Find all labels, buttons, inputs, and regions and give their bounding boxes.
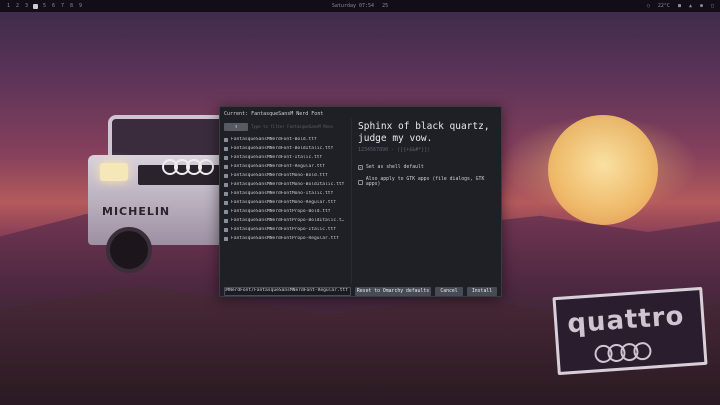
font-file-list: FantasqueSansMNerdFont-Bold.ttf Fantasqu… xyxy=(224,135,350,243)
car-decal: MICHELIN xyxy=(102,205,171,218)
filter-button[interactable]: ↑ xyxy=(224,122,248,131)
font-path-field[interactable]: nsMNerdFont/FantasqueSansMNerdFont-Regul… xyxy=(224,287,351,296)
file-icon xyxy=(224,182,228,187)
dialog-actions: nsMNerdFont/FantasqueSansMNerdFont-Regul… xyxy=(224,287,500,296)
sign-logo-icon xyxy=(593,341,653,364)
list-item[interactable]: FantasqueSansMNerdFont-Bold.ttf xyxy=(224,135,350,144)
preview-sample-text: Sphinx of black quartz, judge my vow. xyxy=(358,121,490,144)
file-icon xyxy=(224,146,228,151)
font-picker-dialog: Current: FantasqueSansM Nerd Font ↑ Fant… xyxy=(219,106,502,297)
dialog-title: Current: FantasqueSansM Nerd Font xyxy=(224,111,324,117)
file-icon xyxy=(224,218,228,223)
reset-defaults-button[interactable]: Reset to Omarchy defaults xyxy=(355,287,431,296)
shell-default-label: Set as shell default xyxy=(366,165,424,170)
shell-default-option[interactable]: ✓ Set as shell default xyxy=(358,165,498,170)
sign-text: quattro xyxy=(566,301,686,340)
search-row: ↑ xyxy=(224,122,364,131)
car-headlight xyxy=(100,163,128,181)
list-item[interactable]: FantasqueSansMNerdFontPropo-BoldItalic.t… xyxy=(224,216,350,225)
list-item[interactable]: FantasqueSansMNerdFontMono-Regular.ttf xyxy=(224,198,350,207)
clock[interactable]: Saturday 07:54 25 xyxy=(0,3,720,9)
file-icon xyxy=(224,236,228,241)
file-icon xyxy=(224,200,228,205)
list-item[interactable]: FantasqueSansMNerdFontPropo-Regular.ttf xyxy=(224,234,350,243)
shell-default-checkbox[interactable]: ✓ xyxy=(358,165,363,170)
file-icon xyxy=(224,173,228,178)
car-logo-icon xyxy=(162,159,214,175)
file-icon xyxy=(224,227,228,232)
preview-sample-digits: 1234567890 - ([{+$&#*}]) xyxy=(358,147,431,153)
wallpaper-sun xyxy=(548,115,658,225)
file-icon xyxy=(224,191,228,196)
search-input[interactable] xyxy=(251,122,364,131)
gtk-apply-checkbox[interactable] xyxy=(358,179,363,185)
file-icon xyxy=(224,137,228,142)
file-icon xyxy=(224,209,228,214)
clock-time: Saturday 07:54 xyxy=(331,3,375,9)
list-item[interactable]: FantasqueSansMNerdFontPropo-Italic.ttf xyxy=(224,225,350,234)
list-item[interactable]: FantasqueSansMNerdFont-Regular.ttf xyxy=(224,162,350,171)
wallpaper-sign: quattro xyxy=(552,286,708,376)
clock-extra: 25 xyxy=(382,3,389,9)
list-item[interactable]: FantasqueSansMNerdFontMono-Italic.ttf xyxy=(224,189,350,198)
font-preview: Sphinx of black quartz, judge my vow. 12… xyxy=(358,121,498,187)
file-icon xyxy=(224,155,228,160)
gtk-apply-label: Also apply to GTK apps (file dialogs, GT… xyxy=(365,177,485,187)
list-item[interactable]: FantasqueSansMNerdFontPropo-Bold.ttf xyxy=(224,207,350,216)
cancel-button[interactable]: Cancel xyxy=(435,287,463,296)
list-item[interactable]: FantasqueSansMNerdFontMono-Bold.ttf xyxy=(224,171,350,180)
list-item[interactable]: FantasqueSansMNerdFont-Italic.ttf xyxy=(224,153,350,162)
top-bar: 1 2 3 5 6 7 8 9 Saturday 07:54 25 ○ 22°C … xyxy=(0,0,720,12)
list-item[interactable]: FantasqueSansMNerdFont-BoldItalic.ttf xyxy=(224,144,350,153)
car-wheel xyxy=(106,227,152,273)
gtk-apply-option[interactable]: Also apply to GTK apps (file dialogs, GT… xyxy=(358,177,498,187)
list-item[interactable]: FantasqueSansMNerdFontMono-BoldItalic.tt… xyxy=(224,180,350,189)
install-button[interactable]: Install xyxy=(467,287,497,296)
file-icon xyxy=(224,164,228,169)
pane-divider xyxy=(351,119,352,284)
